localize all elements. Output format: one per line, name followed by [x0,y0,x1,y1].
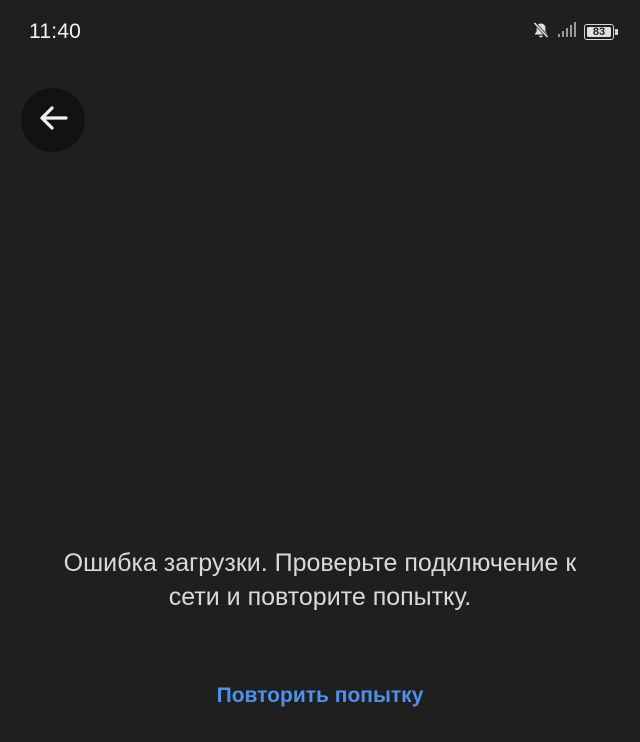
arrow-left-icon [36,101,70,140]
back-button[interactable] [21,88,85,152]
battery-level: 83 [587,27,611,38]
signal-icon [557,21,577,43]
status-time: 11:40 [29,20,81,43]
battery-icon: 83 [584,24,618,40]
status-icons: 83 [532,21,618,44]
retry-button[interactable]: Повторить попытку [180,678,460,714]
bell-off-icon [532,21,550,44]
status-bar: 11:40 83 [0,0,640,64]
error-message: Ошибка загрузки. Проверьте подключение к… [63,549,577,611]
